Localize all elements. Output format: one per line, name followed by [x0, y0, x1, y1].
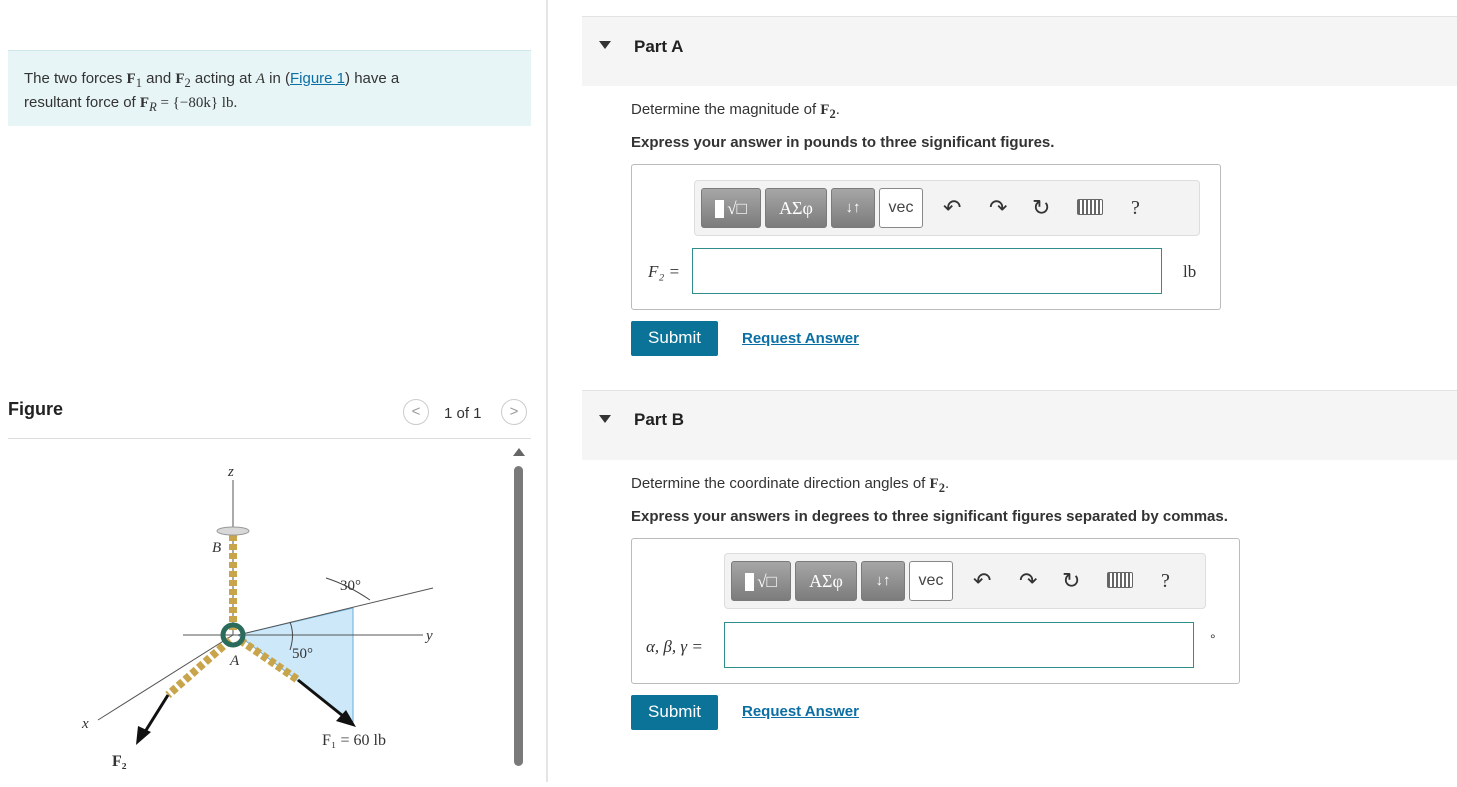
a-label: A — [229, 653, 240, 669]
part-a-question: Determine the magnitude of F2. — [631, 101, 840, 122]
greek-symbols-button[interactable]: ΑΣφ — [795, 561, 857, 601]
vector-button[interactable]: vec — [879, 188, 923, 228]
math-toolbar: √□ ΑΣφ ↓↑ vec ↶ ↷ ↻ ? — [724, 553, 1206, 609]
previous-figure-button[interactable]: < — [403, 399, 429, 425]
x-axis — [97, 634, 234, 721]
angles-answer-label: α, β, γ = — [646, 637, 703, 656]
next-figure-button[interactable]: > — [501, 399, 527, 425]
reset-icon[interactable]: ↻ — [1032, 195, 1050, 221]
figure-page-label: 1 of 1 — [444, 405, 482, 422]
degree-unit-label: ° — [1210, 631, 1216, 647]
help-icon[interactable]: ? — [1161, 570, 1170, 593]
fr-subscript: R — [149, 100, 157, 114]
scroll-up-icon[interactable] — [513, 448, 525, 456]
question-variable: F — [929, 476, 939, 492]
angle-50-label: 50° — [292, 646, 313, 662]
part-a-answer-box: √□ ΑΣφ ↓↑ vec ↶ ↷ ↻ ? F₂ = lb — [631, 164, 1221, 310]
problem-text: and — [141, 70, 176, 87]
unit-label: lb — [1183, 262, 1197, 281]
part-a-submit-button[interactable]: Submit — [631, 321, 718, 356]
b-label: B — [212, 540, 221, 556]
question-text: . — [944, 475, 950, 492]
subscript-button[interactable]: ↓↑ — [861, 561, 905, 601]
problem-text: ) have a — [345, 70, 400, 87]
f2-answer-label: F₂ = — [648, 262, 681, 281]
figure-scrollbar[interactable] — [512, 446, 526, 782]
template-button[interactable]: √□ — [701, 188, 761, 228]
f1-symbol: F — [126, 71, 136, 87]
part-b-title: Part B — [634, 410, 685, 429]
f2-magnitude-input[interactable] — [692, 248, 1162, 294]
problem-text: resultant force of — [24, 94, 140, 111]
column-divider — [546, 0, 548, 782]
f1-label: F₁ = 60 lb — [322, 732, 386, 749]
part-b-instruction: Express your answers in degrees to three… — [631, 508, 1228, 525]
force-plane — [236, 607, 354, 725]
f2-label: F₂ — [112, 753, 127, 770]
redo-icon[interactable]: ↷ — [1019, 568, 1037, 594]
keyboard-icon[interactable] — [1107, 572, 1133, 588]
force-diagram: z y x B A 30° 50° F₁ = 60 lb F₂ — [81, 464, 434, 770]
vector-button[interactable]: vec — [909, 561, 953, 601]
question-text: Determine the coordinate direction angle… — [631, 475, 930, 492]
part-a-title: Part A — [634, 37, 684, 56]
keyboard-icon[interactable] — [1077, 199, 1103, 215]
direction-angles-input[interactable] — [724, 622, 1194, 668]
sqrt-icon: √□ — [757, 572, 777, 591]
part-b-request-answer-link[interactable]: Request Answer — [742, 703, 859, 720]
undo-icon[interactable]: ↶ — [973, 568, 991, 594]
subscript-button[interactable]: ↓↑ — [831, 188, 875, 228]
part-b-question: Determine the coordinate direction angle… — [631, 475, 949, 496]
figure-link[interactable]: Figure 1 — [290, 70, 345, 87]
figure-image: z y x B A 30° 50° F₁ = 60 lb F₂ — [8, 440, 508, 782]
scrollbar-thumb[interactable] — [514, 466, 523, 766]
figure-header: Figure < 1 of 1 > — [8, 395, 531, 439]
help-icon[interactable]: ? — [1131, 197, 1140, 220]
f2-symbol: F — [175, 71, 185, 87]
point-a-symbol: A — [255, 71, 265, 87]
x-label: x — [81, 716, 89, 732]
part-a-request-answer-link[interactable]: Request Answer — [742, 330, 859, 347]
problem-text: in ( — [264, 70, 290, 87]
part-b-submit-button[interactable]: Submit — [631, 695, 718, 730]
y-label: y — [424, 628, 433, 644]
figure-title: Figure — [8, 399, 64, 419]
left-panel: The two forces F1 and F2 acting at A in … — [0, 0, 546, 782]
problem-text: acting at — [190, 70, 256, 87]
problem-statement: The two forces F1 and F2 acting at A in … — [8, 50, 531, 126]
template-icon — [715, 200, 725, 219]
f2-arrowhead — [136, 726, 151, 745]
part-b-answer-box: √□ ΑΣφ ↓↑ vec ↶ ↷ ↻ ? α, β, γ = ° — [631, 538, 1240, 684]
reset-icon[interactable]: ↻ — [1062, 568, 1080, 594]
chain-f2 — [165, 637, 233, 698]
part-b-header[interactable]: Part B — [582, 390, 1457, 460]
angle-30-label: 30° — [340, 578, 361, 594]
collapse-arrow-icon[interactable] — [599, 415, 611, 423]
undo-icon[interactable]: ↶ — [943, 195, 961, 221]
template-icon — [745, 573, 755, 592]
sqrt-icon: √□ — [727, 199, 747, 218]
redo-icon[interactable]: ↷ — [989, 195, 1007, 221]
greek-symbols-button[interactable]: ΑΣφ — [765, 188, 827, 228]
part-a-header[interactable]: Part A — [582, 16, 1457, 86]
collapse-arrow-icon[interactable] — [599, 41, 611, 49]
f2-arrow-line — [141, 694, 170, 736]
part-a-instruction: Express your answer in pounds to three s… — [631, 134, 1055, 151]
template-button[interactable]: √□ — [731, 561, 791, 601]
question-text: . — [835, 101, 840, 118]
fr-symbol: F — [139, 95, 150, 111]
math-toolbar: √□ ΑΣφ ↓↑ vec ↶ ↷ ↻ ? — [694, 180, 1200, 236]
question-text: Determine the magnitude of — [631, 101, 821, 118]
support-b — [216, 526, 250, 536]
z-label: z — [227, 464, 234, 480]
fr-value: = {−80k} lb. — [156, 95, 238, 111]
problem-text: The two forces — [24, 70, 127, 87]
